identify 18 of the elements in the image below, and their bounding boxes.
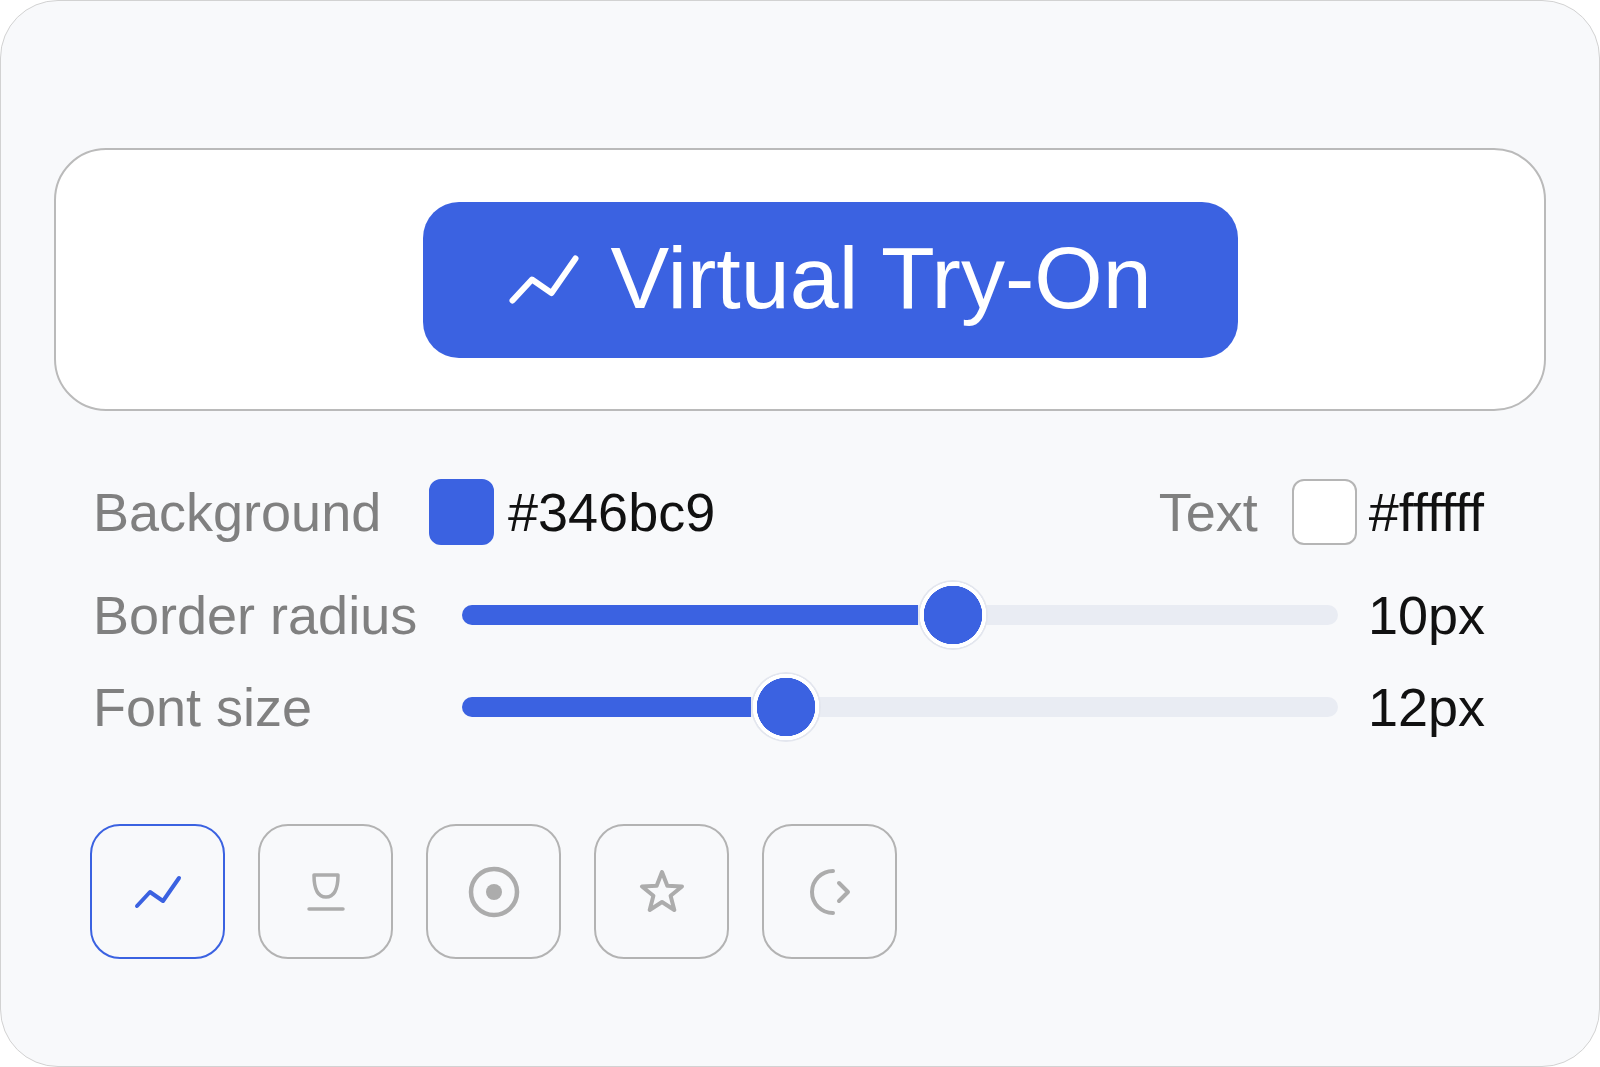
slider-label: Border radius [93, 583, 419, 647]
icon-option-button[interactable] [90, 824, 225, 959]
color-label: Text [1158, 480, 1258, 544]
target-icon [467, 865, 520, 918]
preview-button[interactable]: Virtual Try-On [422, 201, 1238, 358]
color-value: #ffffff [1368, 480, 1484, 544]
trend-line-icon [508, 254, 581, 305]
star-icon [637, 870, 686, 913]
slider-label: Font size [93, 675, 314, 739]
arc-chevron-icon [808, 867, 851, 916]
slider-reading: 10px [1367, 583, 1487, 647]
color-swatch[interactable] [429, 479, 494, 545]
color-value: #346bc9 [508, 480, 716, 544]
trend-line-icon [133, 874, 182, 909]
color-label: Background [93, 480, 383, 544]
slider-reading: 12px [1367, 675, 1487, 739]
bowl-icon [306, 871, 345, 912]
color-swatch[interactable] [1291, 479, 1357, 545]
